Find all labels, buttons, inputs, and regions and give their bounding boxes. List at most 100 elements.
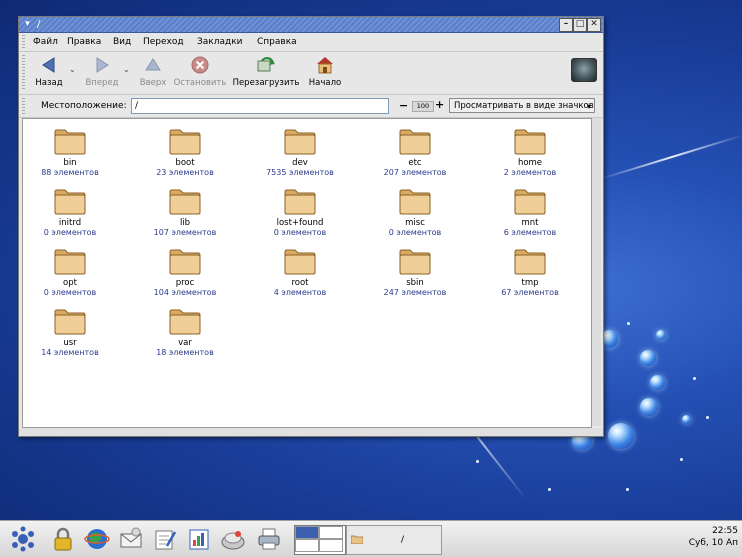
zoom-in-button[interactable]: + <box>435 98 444 111</box>
folder-item[interactable]: root 4 элементов <box>255 247 345 297</box>
folder-icon <box>54 309 86 335</box>
folder-name: opt <box>63 278 77 288</box>
folder-item[interactable]: bin 88 элементов <box>25 127 115 177</box>
folder-item-count: 107 элементов <box>153 228 217 237</box>
folder-name: tmp <box>521 278 539 288</box>
clock[interactable]: 22:55 Суб, 10 Ап <box>689 525 738 549</box>
lock-icon[interactable] <box>50 526 76 552</box>
zoom-level[interactable]: 100 <box>412 101 434 112</box>
file-manager-window: ▾ / – □ ✕ Файл Правка Вид Переход Заклад… <box>18 16 604 437</box>
folder-item-count: 0 элементов <box>273 228 327 237</box>
menu-bookmarks[interactable]: Закладки <box>197 37 243 47</box>
text-editor-icon[interactable] <box>152 526 178 552</box>
desktop-sparkle <box>680 458 683 461</box>
forward-arrow-icon <box>96 57 109 73</box>
menubar-grip[interactable] <box>22 35 25 49</box>
back-history-dropdown[interactable]: ⌄ <box>69 65 76 74</box>
up-label: Вверх <box>139 78 167 88</box>
folder-name: bin <box>63 158 77 168</box>
folder-item[interactable]: sbin 247 элементов <box>370 247 460 297</box>
folder-item[interactable]: lib 107 элементов <box>140 187 230 237</box>
folder-item[interactable]: var 18 элементов <box>140 307 230 357</box>
minimize-button[interactable]: – <box>559 18 573 32</box>
view-as-dropdown[interactable]: Просматривать в виде значков ▾ <box>449 98 595 113</box>
toolbar-grip[interactable] <box>22 55 25 91</box>
window-titlebar[interactable]: ▾ / – □ ✕ <box>19 17 603 33</box>
folder-item[interactable]: etc 207 элементов <box>370 127 460 177</box>
folder-icon <box>514 189 546 215</box>
folder-icon <box>399 189 431 215</box>
menu-view[interactable]: Вид <box>113 37 131 47</box>
folder-item[interactable]: boot 23 элементов <box>140 127 230 177</box>
folder-icon <box>284 189 316 215</box>
workspace-1[interactable] <box>295 526 319 539</box>
folder-icon <box>169 309 201 335</box>
desktop-sparkle <box>476 460 479 463</box>
menu-edit[interactable]: Правка <box>67 37 101 47</box>
folder-icon <box>351 535 363 544</box>
home-button[interactable]: Начало <box>305 55 345 88</box>
location-label: Местоположение: <box>41 101 127 111</box>
window-title: / <box>37 19 41 30</box>
location-input[interactable] <box>131 98 389 114</box>
taskbar-window-item[interactable]: / <box>346 525 442 555</box>
stop-button[interactable]: Остановить <box>169 55 231 88</box>
maximize-button[interactable]: □ <box>573 18 587 32</box>
back-arrow-icon <box>42 57 55 73</box>
status-bar <box>19 428 603 436</box>
workspace-switcher[interactable] <box>294 525 346 555</box>
zoom-out-button[interactable]: − <box>399 99 408 112</box>
folder-item[interactable]: mnt 6 элементов <box>485 187 575 237</box>
printer-icon[interactable] <box>256 526 282 552</box>
folder-item-count: 0 элементов <box>43 288 97 297</box>
folder-item[interactable]: misc 0 элементов <box>370 187 460 237</box>
desktop-light-streak <box>599 134 742 180</box>
folder-item-count: 207 элементов <box>383 168 447 177</box>
folder-item[interactable]: home 2 элементов <box>485 127 575 177</box>
window-menu-button[interactable]: ▾ <box>21 18 34 30</box>
workspace-3[interactable] <box>295 539 319 552</box>
folder-item-count: 67 элементов <box>501 288 559 297</box>
folder-item[interactable]: dev 7535 элементов <box>255 127 345 177</box>
spreadsheet-icon[interactable] <box>186 526 212 552</box>
folder-item[interactable]: initrd 0 элементов <box>25 187 115 237</box>
vertical-scrollbar[interactable] <box>592 118 601 426</box>
folder-icon <box>54 249 86 275</box>
folder-name: initrd <box>58 218 82 228</box>
bottom-panel: / 22:55 Суб, 10 Ап <box>0 520 742 557</box>
up-button[interactable]: Вверх <box>133 55 173 88</box>
web-browser-icon[interactable] <box>84 526 110 552</box>
location-grip[interactable] <box>22 98 25 114</box>
forward-history-dropdown[interactable]: ⌄ <box>123 65 130 74</box>
stop-icon <box>191 56 209 74</box>
folder-item[interactable]: tmp 67 элементов <box>485 247 575 297</box>
workspace-4[interactable] <box>319 539 343 552</box>
menu-go[interactable]: Переход <box>143 37 184 47</box>
reload-button[interactable]: Перезагрузить <box>231 55 301 88</box>
folder-name: boot <box>175 158 195 168</box>
icon-view[interactable]: bin 88 элементов boot 23 элементов dev 7535 э… <box>22 118 592 428</box>
folder-item-count: 4 элементов <box>273 288 327 297</box>
folder-icon <box>169 129 201 155</box>
menu-file[interactable]: Файл <box>33 37 58 47</box>
desktop-sparkle <box>548 488 551 491</box>
folder-item[interactable]: lost+found 0 элементов <box>255 187 345 237</box>
location-bar: Местоположение: − 100 + Просматривать в … <box>19 95 603 118</box>
menu-help[interactable]: Справка <box>257 37 297 47</box>
workspace-2[interactable] <box>319 526 343 539</box>
folder-item-count: 88 элементов <box>41 168 99 177</box>
presentation-icon[interactable] <box>220 526 246 552</box>
main-menu-icon[interactable] <box>10 526 36 552</box>
forward-button[interactable]: Вперед <box>79 55 125 88</box>
folder-item-count: 7535 элементов <box>266 168 334 177</box>
mail-client-icon[interactable] <box>118 526 144 552</box>
folder-name: root <box>291 278 309 288</box>
back-button[interactable]: Назад <box>29 55 69 88</box>
folder-item[interactable]: usr 14 элементов <box>25 307 115 357</box>
folder-name: proc <box>175 278 195 288</box>
folder-name: etc <box>408 158 422 168</box>
folder-item[interactable]: opt 0 элементов <box>25 247 115 297</box>
close-button[interactable]: ✕ <box>587 18 601 32</box>
folder-item[interactable]: proc 104 элементов <box>140 247 230 297</box>
folder-item-count: 2 элементов <box>503 168 557 177</box>
